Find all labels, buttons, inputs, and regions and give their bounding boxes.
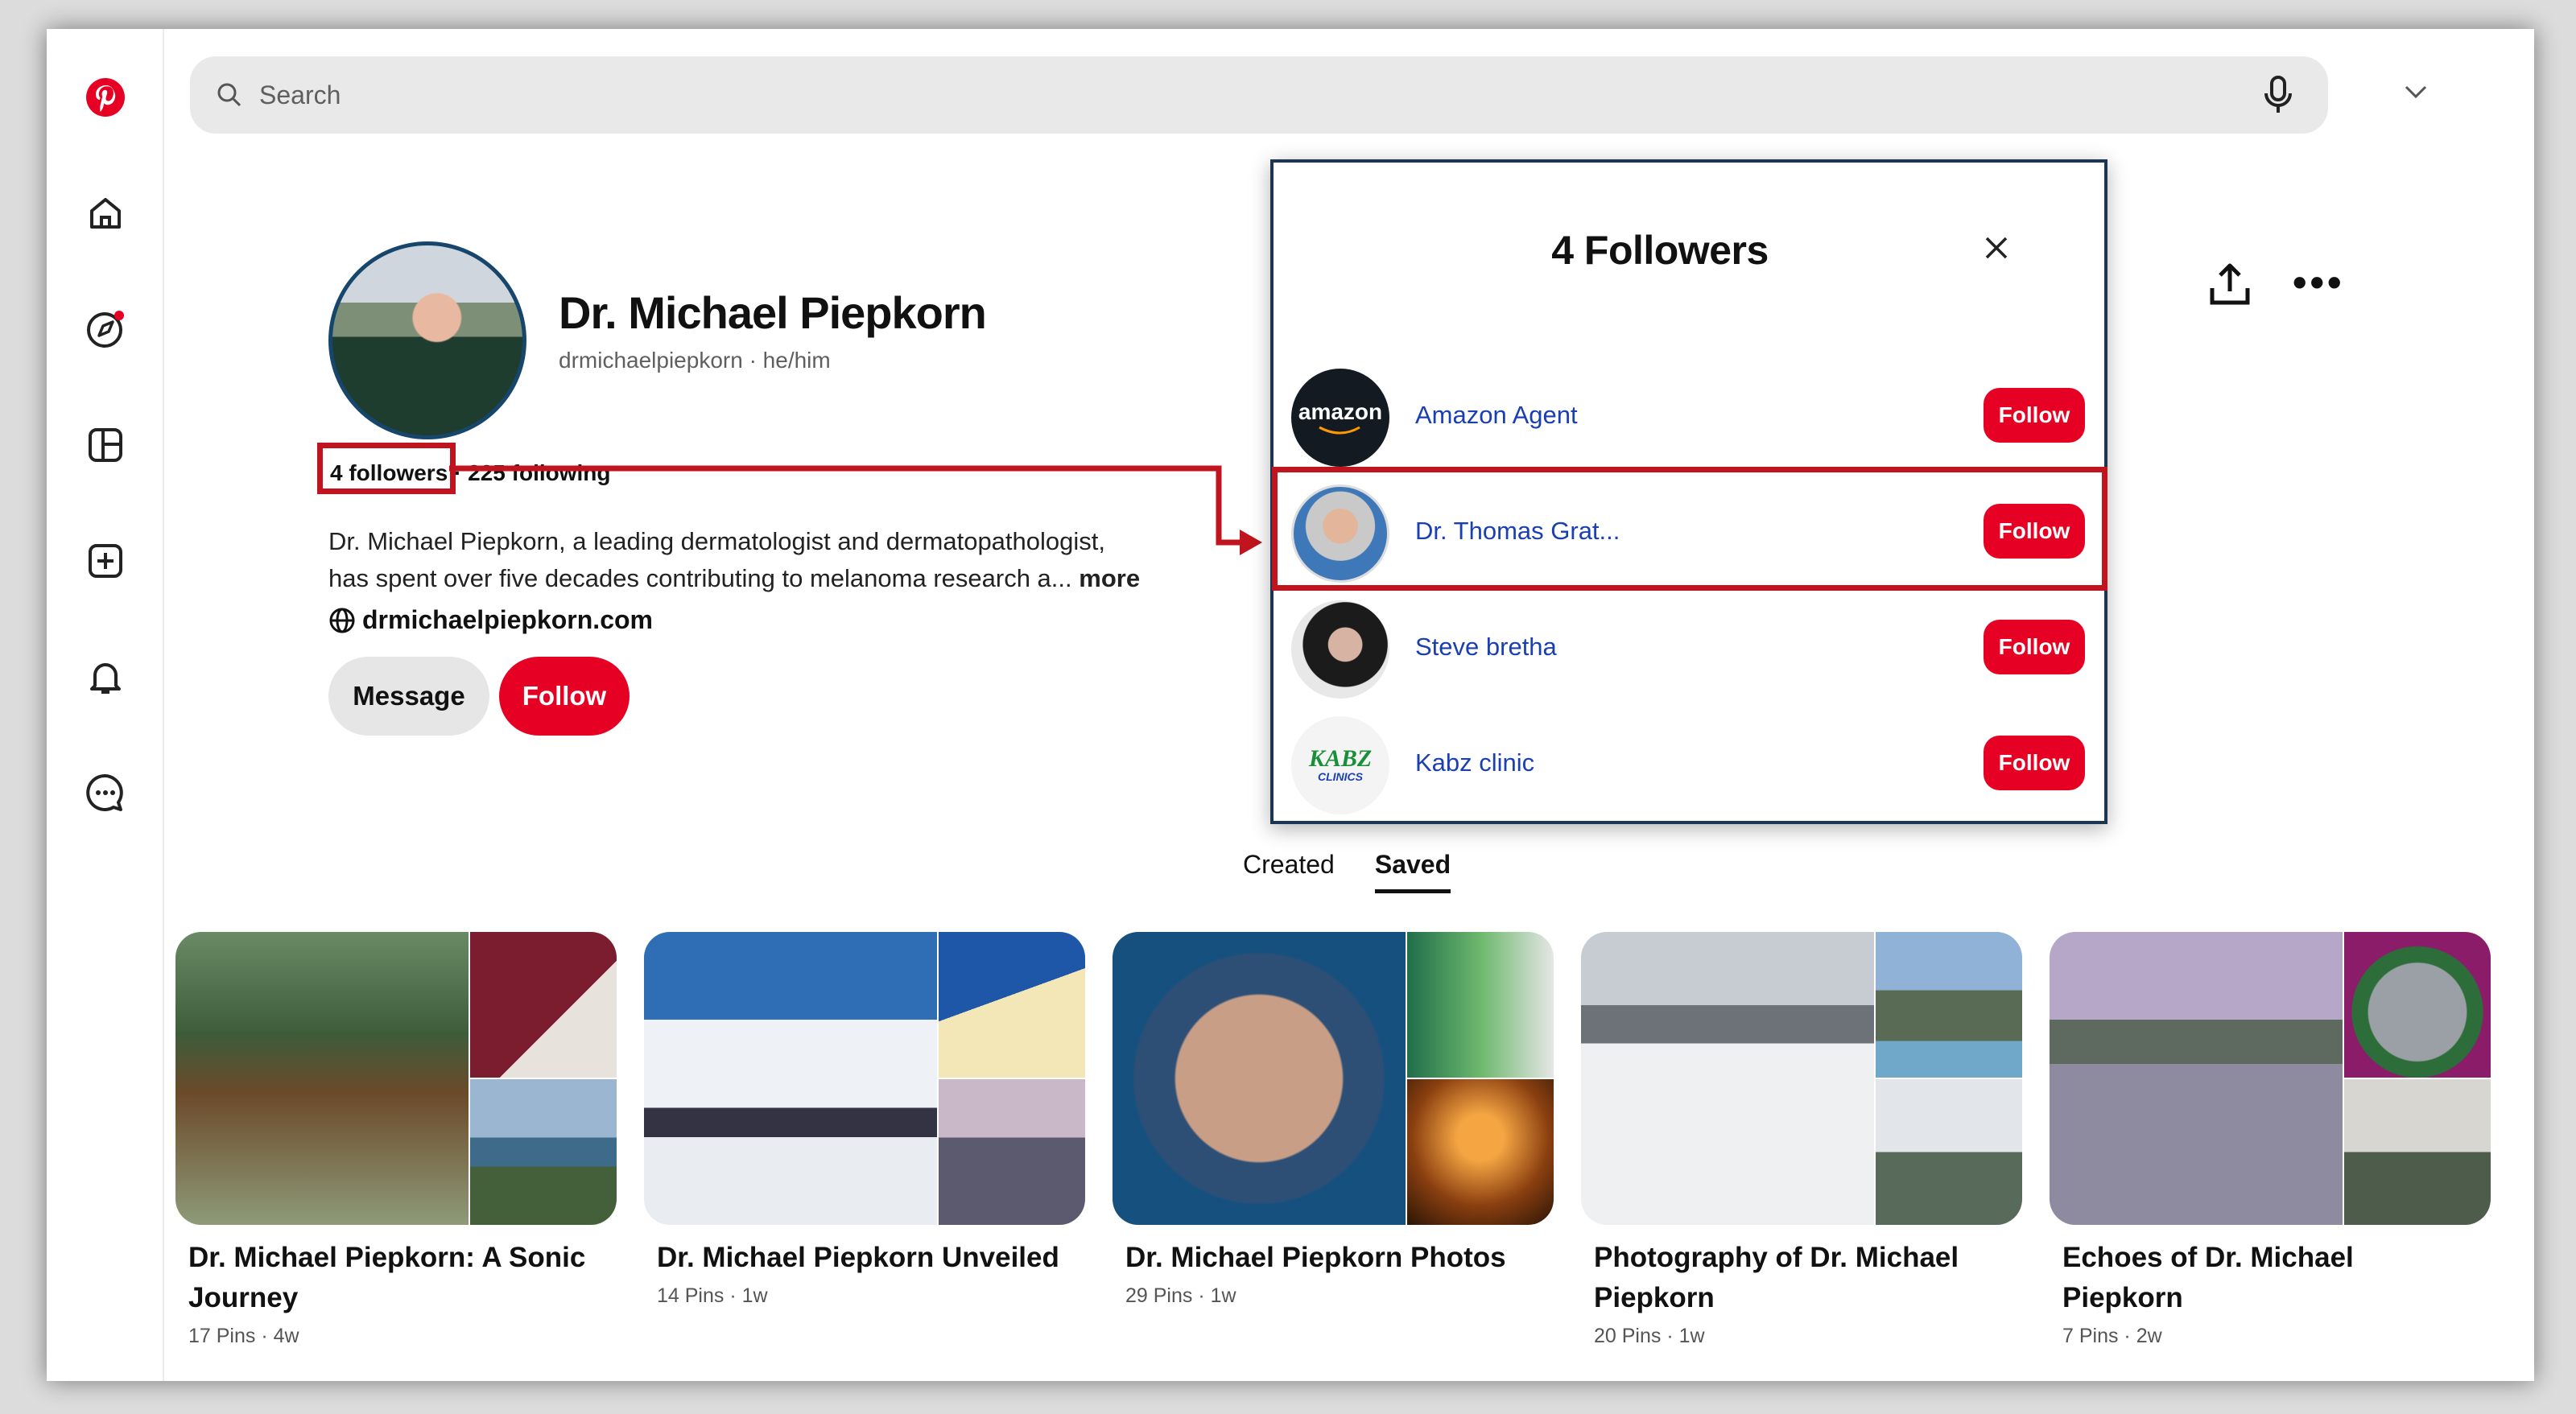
bio-line: has spent over five decades contributing… — [328, 564, 1072, 592]
notifications-bell-icon[interactable] — [77, 649, 134, 705]
board-title: Echoes of Dr. Michael Piepkorn — [2062, 1242, 2354, 1313]
board-meta: 14 Pins · 1w — [657, 1284, 768, 1307]
search-bar[interactable]: Search — [190, 56, 2328, 134]
kabz-logo-text: KABZ — [1308, 745, 1373, 772]
follower-row[interactable]: Steve bretha Follow — [1286, 597, 2093, 700]
bio-more-link[interactable]: more — [1079, 564, 1140, 592]
profile-bio: Dr. Michael Piepkorn, a leading dermatol… — [328, 523, 1214, 597]
follower-avatar: KABZ CLINICS — [1291, 716, 1389, 814]
board-cover — [2050, 932, 2491, 1225]
board-card[interactable]: Dr. Michael Piepkorn Photos 29 Pins · 1w — [1113, 932, 1554, 1308]
search-icon — [216, 81, 243, 109]
account-chevron-down-icon[interactable] — [2402, 82, 2429, 105]
board-card[interactable]: Echoes of Dr. Michael Piepkorn 7 Pins · … — [2050, 932, 2491, 1348]
follower-follow-button[interactable]: Follow — [1984, 620, 2085, 674]
followers-highlight-box — [317, 443, 456, 494]
follower-row[interactable]: KABZ CLINICS Kabz clinic Follow — [1286, 713, 2093, 816]
follower-highlight-box — [1272, 467, 2107, 591]
board-cover — [644, 932, 1085, 1225]
boards-icon[interactable] — [77, 417, 134, 473]
follower-name[interactable]: Steve bretha — [1415, 633, 1557, 662]
create-icon[interactable] — [77, 533, 134, 589]
profile-tabs: Created Saved — [1243, 850, 1451, 893]
globe-icon — [328, 607, 356, 634]
bio-line: Dr. Michael Piepkorn, a leading dermatol… — [328, 527, 1105, 555]
share-icon[interactable] — [2204, 259, 2256, 311]
follower-follow-button[interactable]: Follow — [1984, 736, 2085, 790]
website-link[interactable]: drmichaelpiepkorn.com — [362, 605, 653, 635]
board-meta: 20 Pins · 1w — [1594, 1325, 1705, 1347]
message-button[interactable]: Message — [328, 657, 489, 736]
messages-icon[interactable] — [77, 765, 134, 821]
board-cover — [175, 932, 617, 1225]
explore-icon[interactable] — [77, 301, 134, 357]
profile-avatar — [328, 241, 526, 439]
board-card[interactable]: Photography of Dr. Michael Piepkorn 20 P… — [1581, 932, 2022, 1348]
board-cover — [1581, 932, 2022, 1225]
microphone-icon[interactable] — [2262, 74, 2294, 120]
board-title: Dr. Michael Piepkorn Unveiled — [657, 1242, 1059, 1273]
amazon-smile-icon — [1319, 426, 1360, 435]
pinterest-logo-icon[interactable] — [77, 69, 134, 126]
close-icon[interactable] — [1980, 232, 2013, 264]
board-title: Dr. Michael Piepkorn: A Sonic Journey — [188, 1242, 586, 1313]
follower-row[interactable]: amazon Amazon Agent Follow — [1286, 365, 2093, 468]
board-title: Photography of Dr. Michael Piepkorn — [1594, 1242, 1959, 1313]
follower-name[interactable]: Kabz clinic — [1415, 748, 1534, 777]
profile-name: Dr. Michael Piepkorn — [559, 287, 987, 338]
nav-rail — [47, 29, 164, 1381]
profile-handle: drmichaelpiepkorn · he/him — [559, 348, 831, 373]
profile-website[interactable]: drmichaelpiepkorn.com — [328, 605, 653, 635]
board-meta: 17 Pins · 4w — [188, 1325, 299, 1347]
follow-button[interactable]: Follow — [499, 657, 630, 736]
browser-frame: Search Dr. Michael Piepkorn drmichaelpie… — [47, 29, 2534, 1381]
kabz-logo-subtext: CLINICS — [1318, 770, 1363, 783]
follower-avatar — [1291, 600, 1389, 699]
follower-name[interactable]: Amazon Agent — [1415, 401, 1578, 430]
more-options-icon[interactable]: ••• — [2293, 262, 2345, 303]
amazon-logo-text: amazon — [1298, 399, 1383, 424]
follower-avatar: amazon — [1291, 369, 1389, 467]
board-card[interactable]: Dr. Michael Piepkorn: A Sonic Journey 17… — [175, 932, 617, 1348]
follower-follow-button[interactable]: Follow — [1984, 388, 2085, 443]
tab-created[interactable]: Created — [1243, 850, 1335, 893]
search-input[interactable]: Search — [259, 80, 341, 110]
board-card[interactable]: Dr. Michael Piepkorn Unveiled 14 Pins · … — [644, 932, 1085, 1308]
board-meta: 7 Pins · 2w — [2062, 1325, 2162, 1347]
home-icon[interactable] — [77, 185, 134, 241]
board-title: Dr. Michael Piepkorn Photos — [1125, 1242, 1506, 1273]
board-meta: 29 Pins · 1w — [1125, 1284, 1236, 1307]
tab-saved[interactable]: Saved — [1374, 850, 1451, 893]
board-cover — [1113, 932, 1554, 1225]
modal-title: 4 Followers — [1551, 228, 1769, 273]
